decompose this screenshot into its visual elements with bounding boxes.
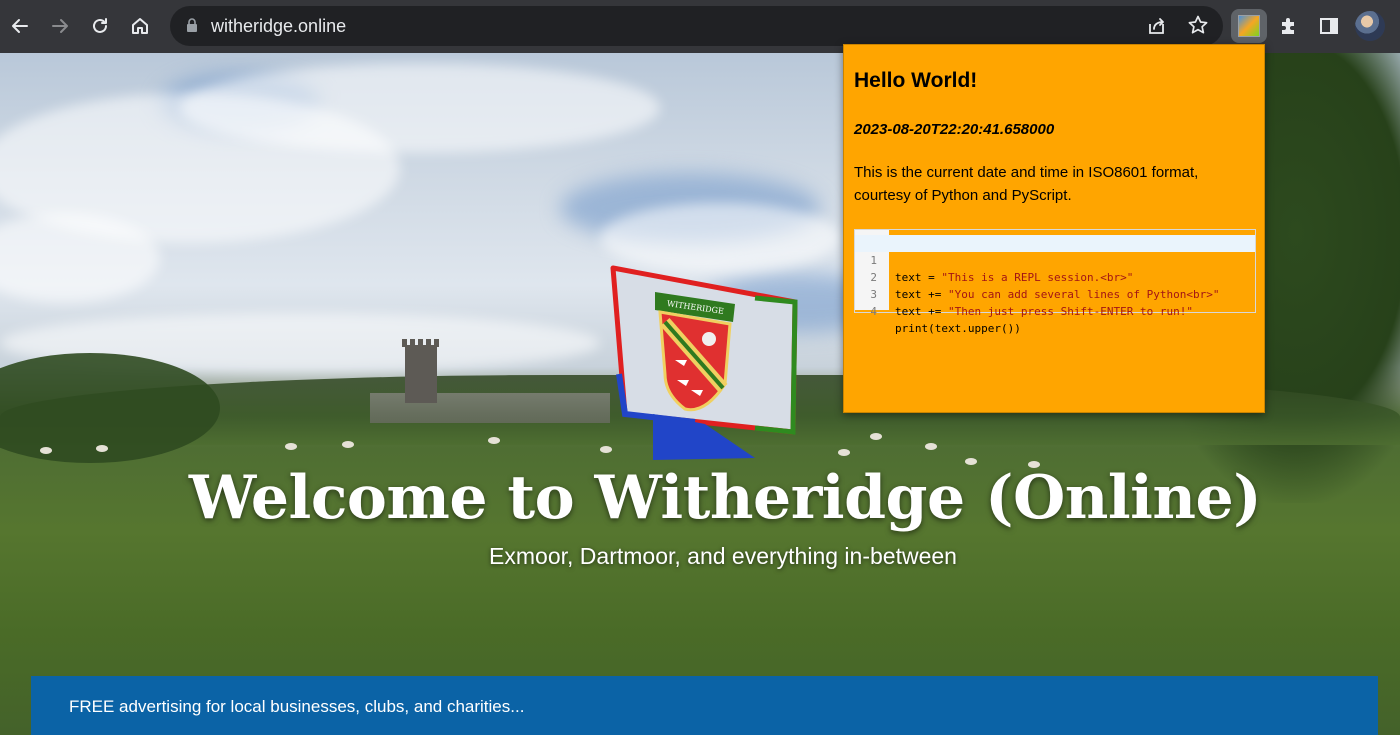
code-text[interactable]: text += "Then just press Shift-ENTER to … bbox=[895, 303, 1193, 320]
sheep bbox=[342, 441, 354, 448]
extension-image bbox=[1238, 15, 1260, 37]
sheep bbox=[488, 437, 500, 444]
sheep bbox=[838, 449, 850, 456]
home-icon[interactable] bbox=[123, 9, 157, 43]
extension-popup: Hello World! 2023-08-20T22:20:41.658000 … bbox=[843, 44, 1265, 413]
witheridge-logo: WITHERIDGE bbox=[610, 265, 798, 460]
code-text[interactable]: print(text.upper()) bbox=[895, 320, 1021, 337]
forward-arrow-icon[interactable] bbox=[43, 9, 77, 43]
code-line[interactable]: 3 text += "Then just press Shift-ENTER t… bbox=[855, 269, 1255, 318]
code-line[interactable]: 4 print(text.upper()) bbox=[855, 286, 1255, 335]
pyscript-extension-icon[interactable] bbox=[1231, 9, 1267, 43]
share-icon[interactable] bbox=[1146, 15, 1168, 41]
lock-icon[interactable] bbox=[186, 18, 198, 37]
puzzle-icon[interactable] bbox=[1273, 10, 1305, 42]
sheep bbox=[925, 443, 937, 450]
cloud bbox=[600, 203, 840, 273]
profile-avatar[interactable] bbox=[1355, 11, 1385, 41]
line-number: 4 bbox=[870, 305, 877, 318]
popup-heading: Hello World! bbox=[854, 69, 978, 92]
reload-icon[interactable] bbox=[83, 9, 117, 43]
back-arrow-icon[interactable] bbox=[3, 9, 37, 43]
code-segment: print(text.upper()) bbox=[895, 322, 1021, 335]
church-tower bbox=[402, 339, 440, 403]
code-line[interactable]: 1 text = "This is a REPL session.<br>" bbox=[855, 235, 1255, 284]
address-bar[interactable]: witheridge.online bbox=[170, 6, 1223, 46]
python-repl-editor[interactable]: 1 text = "This is a REPL session.<br>" 2… bbox=[854, 229, 1256, 335]
code-segment: text += bbox=[895, 305, 948, 318]
popup-timestamp: 2023-08-20T22:20:41.658000 bbox=[854, 121, 1055, 138]
sheep bbox=[40, 447, 52, 454]
popup-description: This is the current date and time in ISO… bbox=[854, 164, 1199, 204]
cloud bbox=[180, 63, 660, 153]
hero-title: Welcome to Witheridge (Online) bbox=[188, 463, 1262, 533]
sheep bbox=[285, 443, 297, 450]
star-icon[interactable] bbox=[1187, 14, 1209, 40]
hero-subtitle: Exmoor, Dartmoor, and everything in-betw… bbox=[489, 543, 957, 569]
code-line[interactable]: 2 text += "You can add several lines of … bbox=[855, 252, 1255, 301]
sheep bbox=[870, 433, 882, 440]
string-literal: "Then just press Shift-ENTER to run!" bbox=[947, 305, 1194, 318]
sheep bbox=[96, 445, 108, 452]
url-text[interactable]: witheridge.online bbox=[211, 15, 346, 37]
side-panel-icon[interactable] bbox=[1313, 10, 1345, 42]
advertising-banner-text[interactable]: FREE advertising for local businesses, c… bbox=[69, 697, 524, 717]
advertising-banner[interactable]: FREE advertising for local businesses, c… bbox=[31, 676, 1378, 735]
